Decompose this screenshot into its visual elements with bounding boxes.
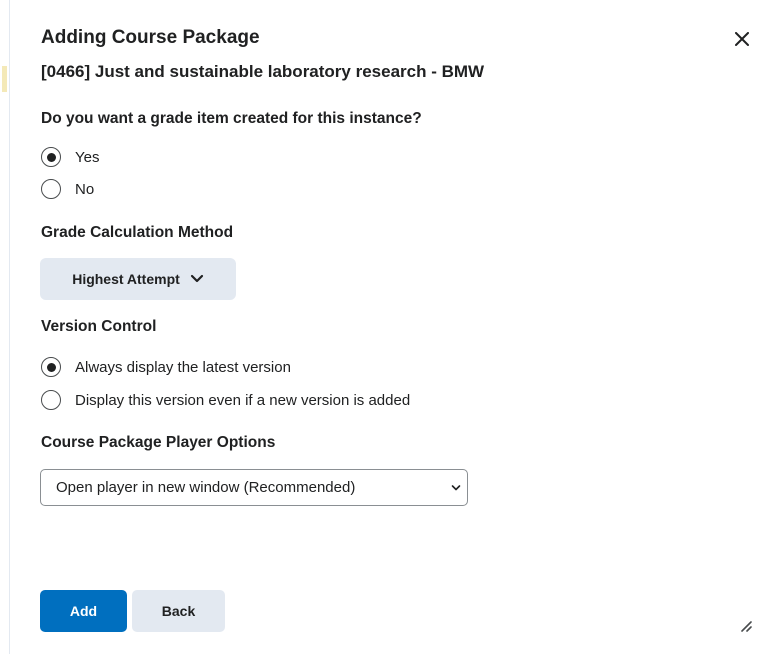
grade-item-question: Do you want a grade item created for thi…	[41, 110, 422, 127]
background-highlight	[2, 66, 7, 92]
close-icon	[735, 32, 749, 46]
background-page-edge	[0, 0, 10, 654]
radio-button-checked[interactable]	[41, 147, 61, 167]
close-button[interactable]	[729, 26, 755, 52]
grade-item-yes-radio[interactable]: Yes	[41, 145, 99, 169]
radio-button-checked[interactable]	[41, 357, 61, 377]
add-button[interactable]: Add	[40, 590, 127, 632]
dialog-title: Adding Course Package	[41, 27, 260, 48]
resize-handle-icon[interactable]	[738, 618, 752, 632]
player-options-selected: Open player in new window (Recommended)	[56, 479, 356, 496]
version-this-radio[interactable]: Display this version even if a new versi…	[41, 388, 410, 412]
grade-calculation-selected: Highest Attempt	[72, 271, 180, 287]
grade-item-no-radio[interactable]: No	[41, 177, 94, 201]
player-options-select[interactable]: Open player in new window (Recommended)	[40, 469, 468, 506]
grade-calculation-label: Grade Calculation Method	[41, 224, 234, 241]
chevron-down-icon	[190, 274, 203, 283]
adding-course-package-dialog: Adding Course Package [0466] Just and su…	[10, 0, 771, 654]
radio-button-unchecked[interactable]	[41, 179, 61, 199]
chevron-down-icon	[451, 485, 461, 491]
radio-button-unchecked[interactable]	[41, 390, 61, 410]
radio-label-no: No	[75, 180, 95, 198]
radio-label-yes: Yes	[75, 148, 100, 166]
player-options-label: Course Package Player Options	[41, 434, 276, 451]
grade-calculation-dropdown[interactable]: Highest Attempt	[40, 258, 236, 300]
version-latest-radio[interactable]: Always display the latest version	[41, 355, 291, 379]
course-package-name: [0466] Just and sustainable laboratory r…	[41, 62, 485, 81]
version-control-label: Version Control	[41, 318, 157, 335]
radio-label-latest-version: Always display the latest version	[75, 358, 291, 376]
radio-label-this-version: Display this version even if a new versi…	[75, 391, 411, 409]
back-button[interactable]: Back	[132, 590, 225, 632]
